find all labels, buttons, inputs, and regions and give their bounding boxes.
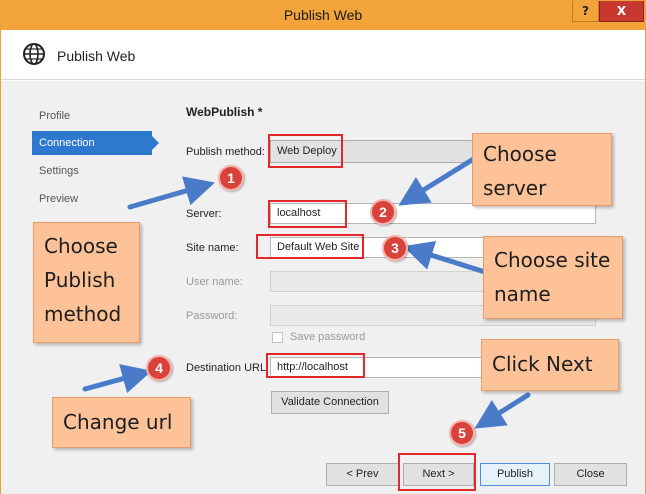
step-badge-2: 2 (370, 199, 396, 225)
note-change-url: Change url (52, 397, 191, 448)
server-input[interactable]: localhost (270, 203, 596, 224)
note-click-next: Click Next (481, 339, 619, 391)
password-label: Password: (186, 310, 238, 322)
dialog-header: Publish Web (1, 30, 645, 80)
close-window-button[interactable]: X (599, 1, 644, 22)
save-password-checkbox[interactable] (272, 332, 283, 343)
nav-item-preview[interactable]: Preview (32, 187, 152, 211)
globe-icon (23, 43, 45, 65)
step-badge-4: 4 (146, 355, 172, 381)
note-line: server (483, 176, 547, 200)
validate-connection-button[interactable]: Validate Connection (271, 391, 389, 414)
note-line: name (494, 282, 551, 306)
server-label: Server: (186, 208, 222, 220)
step-badge-5: 5 (449, 420, 475, 446)
note-line: Publish (44, 268, 116, 292)
header-title: Publish Web (57, 48, 136, 64)
note-line: Choose (44, 234, 118, 258)
site-name-label: Site name: (186, 242, 239, 254)
help-button[interactable]: ? (572, 1, 599, 22)
note-line: Choose (483, 142, 557, 166)
publish-button[interactable]: Publish (480, 463, 550, 486)
save-password-label: Save password (290, 331, 366, 343)
prev-button[interactable]: < Prev (326, 463, 399, 486)
step-badge-1: 1 (218, 165, 244, 191)
note-choose-site-name: Choose site name (483, 236, 623, 319)
note-line: Change url (63, 410, 173, 434)
note-line: Click Next (492, 352, 593, 376)
close-button[interactable]: Close (554, 463, 627, 486)
next-button[interactable]: Next > (403, 463, 474, 486)
user-name-label: User name: (186, 276, 243, 288)
note-line: Choose site (494, 248, 611, 272)
publish-method-label: Publish method: (186, 146, 265, 158)
window-title: Publish Web (283, 7, 363, 23)
nav-item-settings[interactable]: Settings (32, 159, 152, 183)
publish-method-value: Web Deploy (277, 145, 337, 157)
step-badge-3: 3 (382, 235, 408, 261)
nav-item-profile[interactable]: Profile (32, 104, 152, 128)
nav-item-connection[interactable]: Connection (32, 131, 159, 155)
title-bar[interactable]: Publish Web ? X (1, 1, 645, 30)
note-line: method (44, 302, 122, 326)
note-choose-publish-method: Choose Publish method (33, 222, 140, 343)
destination-url-label: Destination URL: (186, 362, 270, 374)
note-choose-server: Choose server (472, 133, 612, 206)
profile-name-heading: WebPublish * (186, 105, 263, 119)
